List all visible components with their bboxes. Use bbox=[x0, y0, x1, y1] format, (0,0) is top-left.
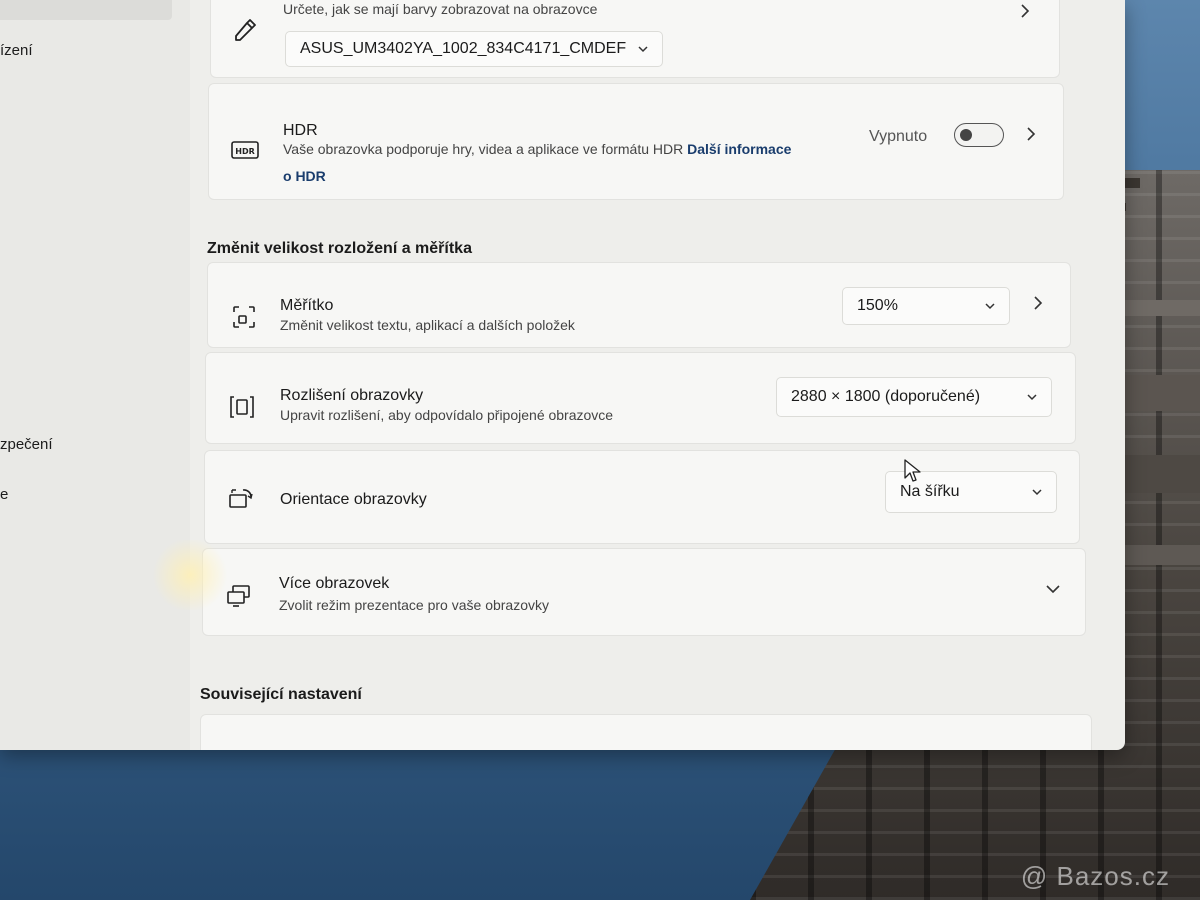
resolution-dropdown[interactable]: 2880 × 1800 (doporučené) bbox=[776, 377, 1052, 417]
section-heading-related-settings: Související nastavení bbox=[200, 686, 362, 703]
resolution-icon bbox=[228, 393, 256, 421]
hdr-icon: HDR bbox=[231, 136, 259, 164]
resolution-value: 2880 × 1800 (doporučené) bbox=[791, 388, 981, 405]
color-profile-description: Určete, jak se mají barvy zobrazovat na … bbox=[283, 1, 598, 17]
scale-description: Změnit velikost textu, aplikací a dalšíc… bbox=[280, 317, 575, 333]
watermark: @ Bazos.cz bbox=[1020, 861, 1170, 891]
sidebar-item[interactable]: zpečení bbox=[0, 436, 53, 453]
toggle-knob bbox=[960, 129, 972, 141]
scale-card[interactable]: Měřítko Změnit velikost textu, aplikací … bbox=[207, 262, 1071, 348]
sidebar-selected-item[interactable] bbox=[0, 0, 172, 20]
chevron-down-icon bbox=[1032, 489, 1042, 496]
hdr-card[interactable]: HDR HDR Vaše obrazovka podporuje hry, vi… bbox=[208, 83, 1064, 200]
multiple-displays-title: Více obrazovek bbox=[279, 575, 390, 592]
chevron-down-icon bbox=[1027, 394, 1037, 401]
orientation-value: Na šířku bbox=[900, 483, 960, 500]
sidebar-item[interactable]: ízení bbox=[0, 42, 33, 59]
svg-text:HDR: HDR bbox=[235, 147, 255, 156]
section-heading-scale-layout: Změnit velikost rozložení a měřítka bbox=[207, 240, 472, 257]
chevron-right-icon[interactable] bbox=[1021, 124, 1041, 144]
chevron-right-icon[interactable] bbox=[1015, 1, 1035, 21]
scale-icon bbox=[230, 303, 258, 331]
sidebar: ízení zpečení e bbox=[0, 0, 190, 750]
scale-title: Měřítko bbox=[280, 297, 334, 314]
chevron-down-icon[interactable] bbox=[1043, 579, 1063, 599]
hdr-toggle[interactable] bbox=[954, 123, 1004, 147]
sidebar-item[interactable]: e bbox=[0, 486, 8, 503]
hdr-description-text: Vaše obrazovka podporuje hry, videa a ap… bbox=[283, 141, 684, 157]
hdr-learn-more-link[interactable]: Další informace bbox=[687, 141, 791, 157]
scale-dropdown[interactable]: 150% bbox=[842, 287, 1010, 325]
orientation-card[interactable]: Orientace obrazovky Na šířku bbox=[204, 450, 1080, 544]
chevron-right-icon[interactable] bbox=[1028, 293, 1048, 313]
scale-value: 150% bbox=[857, 297, 898, 314]
color-profile-value: ASUS_UM3402YA_1002_834C4171_CMDEF bbox=[300, 40, 627, 57]
hdr-description: Vaše obrazovka podporuje hry, videa a ap… bbox=[283, 136, 853, 190]
related-settings-card[interactable] bbox=[200, 714, 1092, 750]
color-profile-card[interactable]: Určete, jak se mají barvy zobrazovat na … bbox=[210, 0, 1060, 78]
resolution-card[interactable]: Rozlišení obrazovky Upravit rozlišení, a… bbox=[205, 352, 1076, 444]
orientation-icon bbox=[227, 485, 255, 513]
pier-plank bbox=[1120, 545, 1200, 565]
chevron-down-icon bbox=[638, 46, 648, 53]
hdr-learn-more-link-continued[interactable]: o HDR bbox=[283, 168, 326, 184]
multiple-displays-description: Zvolit režim prezentace pro vaše obrazov… bbox=[279, 597, 549, 613]
light-glare bbox=[150, 540, 230, 610]
resolution-description: Upravit rozlišení, aby odpovídalo připoj… bbox=[280, 407, 614, 423]
chevron-down-icon bbox=[985, 303, 995, 310]
settings-window: ízení zpečení e Určete, jak se mají barv… bbox=[0, 0, 1125, 750]
orientation-title: Orientace obrazovky bbox=[280, 491, 427, 508]
eyedropper-icon bbox=[231, 16, 259, 44]
multiple-displays-card[interactable]: Více obrazovek Zvolit režim prezentace p… bbox=[202, 548, 1086, 636]
hdr-toggle-label: Vypnuto bbox=[869, 128, 928, 145]
mouse-cursor-icon bbox=[904, 459, 921, 482]
color-profile-dropdown[interactable]: ASUS_UM3402YA_1002_834C4171_CMDEF bbox=[285, 31, 663, 67]
resolution-title: Rozlišení obrazovky bbox=[280, 387, 424, 404]
pier-plank bbox=[1112, 455, 1200, 493]
